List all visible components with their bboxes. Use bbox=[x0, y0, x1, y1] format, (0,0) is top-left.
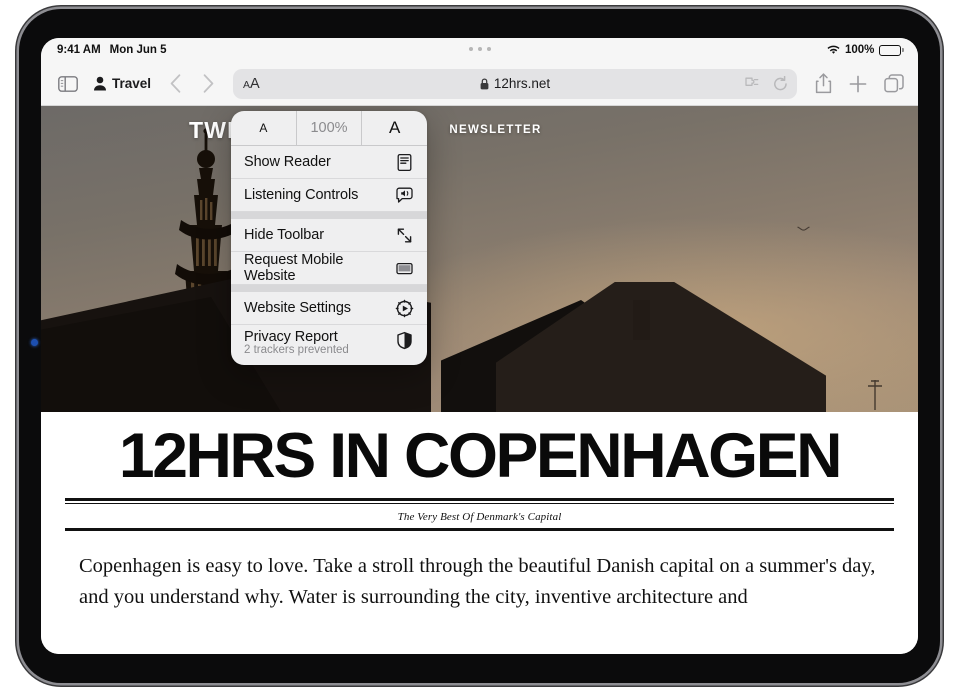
menu-item-show-reader[interactable]: Show Reader bbox=[231, 146, 427, 179]
zoom-in-button[interactable]: A bbox=[361, 111, 427, 145]
status-bar-left: 9:41 AM Mon Jun 5 bbox=[57, 44, 167, 56]
status-time: 9:41 AM bbox=[57, 44, 101, 56]
site-newsletter-link[interactable]: NEWSLETTER bbox=[449, 124, 541, 136]
article-body-text: Copenhagen is easy to love. Take a strol… bbox=[79, 554, 876, 609]
menu-label: Privacy Report bbox=[244, 329, 338, 345]
page-settings-menu: A 100% A Show Reader Listening Controls bbox=[231, 111, 427, 365]
web-page-content: TWELVEHOURS NEWSLETTER 12HRS IN COPENHAG… bbox=[41, 106, 918, 654]
safari-toolbar: Travel AA 12hrs.net bbox=[41, 62, 918, 106]
mobile-display-icon bbox=[396, 262, 413, 274]
menu-item-request-mobile-website[interactable]: Request Mobile Website bbox=[231, 252, 427, 285]
forward-button[interactable] bbox=[196, 72, 220, 96]
show-tabs-button[interactable] bbox=[884, 74, 904, 93]
back-button[interactable] bbox=[163, 72, 187, 96]
site-navigation: TWELVEHOURS NEWSLETTER bbox=[41, 106, 918, 154]
menu-label: Website Settings bbox=[244, 300, 351, 316]
arrows-expand-icon bbox=[397, 228, 412, 242]
new-tab-button[interactable] bbox=[849, 75, 867, 93]
menu-item-listening-controls[interactable]: Listening Controls bbox=[231, 179, 427, 212]
multitasking-control-button[interactable] bbox=[468, 47, 491, 51]
bezel-indicator-dot bbox=[31, 339, 38, 346]
plus-icon bbox=[849, 75, 867, 92]
tabs-overview-icon bbox=[884, 74, 904, 93]
divider-thick bbox=[65, 498, 894, 501]
url-display[interactable]: 12hrs.net bbox=[480, 76, 550, 91]
antenna-silhouette bbox=[868, 380, 882, 410]
zoom-level-label: 100% bbox=[295, 111, 362, 145]
ipad-device: 9:41 AM Mon Jun 5 100% Travel A A 12hrs.… bbox=[19, 9, 940, 683]
sidebar-toggle-button[interactable] bbox=[55, 73, 81, 95]
address-bar-actions bbox=[745, 75, 788, 92]
menu-label-group: Privacy Report 2 trackers prevented bbox=[244, 329, 349, 356]
battery-percent-label: 100% bbox=[844, 44, 875, 56]
dot bbox=[477, 47, 482, 51]
menu-separator bbox=[231, 212, 427, 219]
share-icon bbox=[815, 73, 832, 94]
sidebar-icon bbox=[58, 75, 78, 92]
status-bar: 9:41 AM Mon Jun 5 100% bbox=[41, 38, 918, 62]
lock-icon bbox=[480, 77, 489, 89]
wifi-icon bbox=[827, 45, 840, 54]
gear-play-icon bbox=[395, 299, 414, 317]
aa-large-label: A bbox=[250, 75, 260, 92]
status-bar-right: 100% bbox=[827, 38, 904, 62]
hero-photo: TWELVEHOURS NEWSLETTER bbox=[41, 106, 918, 412]
speaker-message-icon bbox=[396, 187, 413, 203]
dot bbox=[468, 47, 473, 51]
profile-button[interactable]: Travel bbox=[90, 76, 154, 91]
zoom-controls-row: A 100% A bbox=[231, 111, 427, 146]
menu-separator bbox=[231, 285, 427, 292]
article-masthead: 12HRS IN COPENHAGEN The Very Best Of Den… bbox=[41, 412, 918, 615]
chevron-right-icon bbox=[203, 74, 213, 93]
chevron-left-icon bbox=[170, 74, 180, 93]
profile-label: Travel bbox=[112, 76, 152, 91]
menu-item-privacy-report[interactable]: Privacy Report 2 trackers prevented bbox=[231, 325, 427, 365]
chimney-silhouette bbox=[633, 300, 650, 340]
puzzle-icon[interactable] bbox=[745, 76, 761, 91]
status-date: Mon Jun 5 bbox=[109, 44, 167, 56]
menu-sublabel: 2 trackers prevented bbox=[244, 344, 349, 356]
menu-label: Request Mobile Website bbox=[244, 252, 344, 284]
menu-item-hide-toolbar[interactable]: Hide Toolbar bbox=[231, 219, 427, 252]
dot bbox=[486, 47, 491, 51]
aa-small-label: A bbox=[243, 78, 251, 91]
page-settings-aa-button[interactable]: AA bbox=[243, 76, 260, 92]
zoom-out-button[interactable]: A bbox=[231, 111, 296, 145]
menu-label: Listening Controls bbox=[244, 187, 359, 203]
reload-icon[interactable] bbox=[773, 75, 788, 92]
url-text: 12hrs.net bbox=[493, 76, 551, 91]
battery-icon bbox=[879, 44, 904, 56]
ipad-screen: 9:41 AM Mon Jun 5 100% Travel A A 12hrs.… bbox=[41, 38, 918, 654]
reader-icon bbox=[397, 153, 412, 171]
person-icon bbox=[94, 76, 106, 91]
page-title: 12HRS IN COPENHAGEN bbox=[118, 421, 843, 491]
address-bar[interactable]: AA 12hrs.net bbox=[233, 68, 797, 99]
menu-label: Hide Toolbar bbox=[244, 227, 324, 243]
toolbar-right-actions bbox=[815, 73, 904, 94]
menu-item-website-settings[interactable]: Website Settings bbox=[231, 292, 427, 325]
bird-silhouette bbox=[797, 226, 810, 231]
shield-icon bbox=[397, 331, 412, 350]
article-subtitle: The Very Best Of Denmark's Capital bbox=[397, 511, 562, 523]
menu-label: Show Reader bbox=[244, 154, 331, 170]
share-button[interactable] bbox=[815, 73, 832, 94]
